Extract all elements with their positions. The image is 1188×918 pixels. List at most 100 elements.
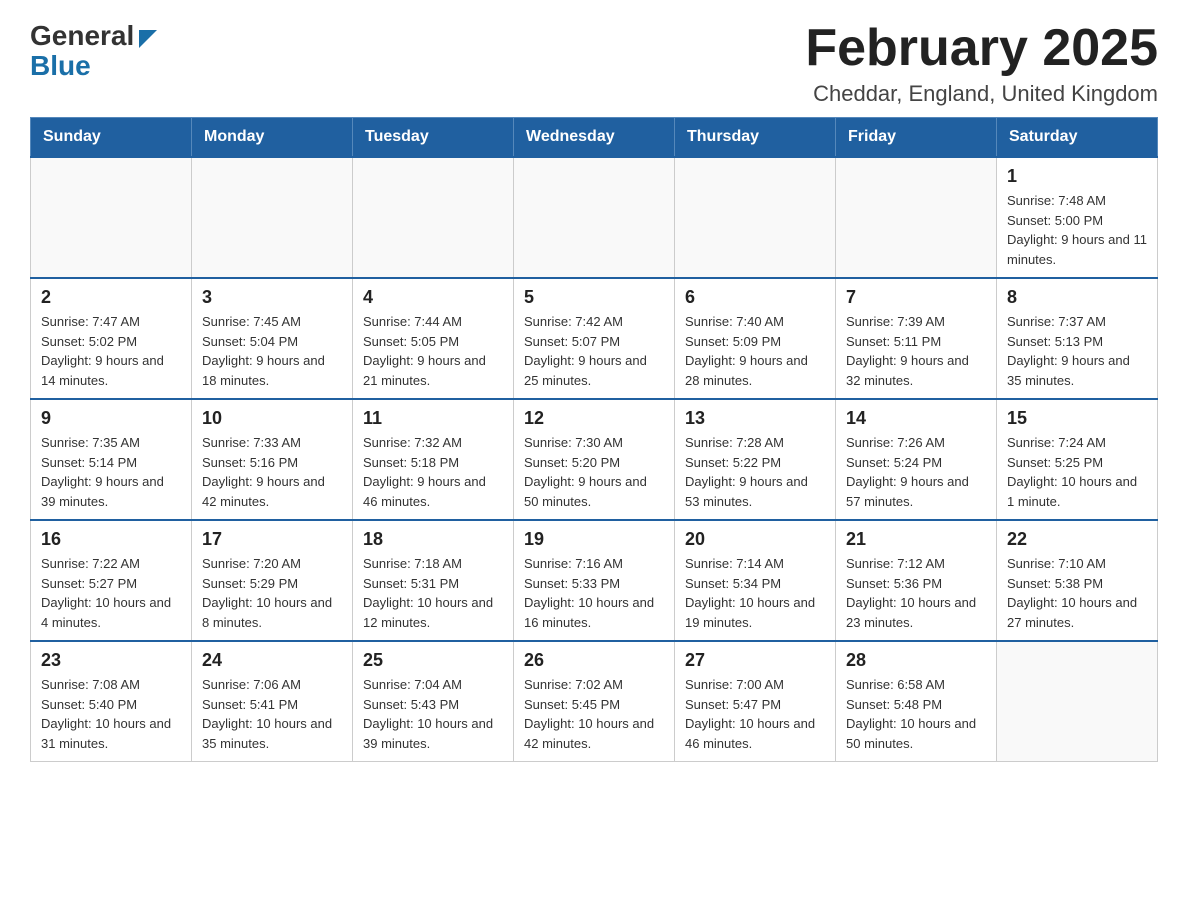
day-number: 25 [363,650,503,671]
day-number: 4 [363,287,503,308]
calendar-day-header: Wednesday [514,118,675,158]
day-info: Sunrise: 7:33 AM Sunset: 5:16 PM Dayligh… [202,433,342,511]
calendar-day-cell [514,157,675,278]
day-info: Sunrise: 7:48 AM Sunset: 5:00 PM Dayligh… [1007,191,1147,269]
day-info: Sunrise: 7:40 AM Sunset: 5:09 PM Dayligh… [685,312,825,390]
calendar-day-cell: 17Sunrise: 7:20 AM Sunset: 5:29 PM Dayli… [192,520,353,641]
day-number: 6 [685,287,825,308]
day-number: 8 [1007,287,1147,308]
day-info: Sunrise: 7:00 AM Sunset: 5:47 PM Dayligh… [685,675,825,753]
day-number: 24 [202,650,342,671]
calendar-day-cell: 10 Sunrise: 7:33 AM Sunset: 5:16 PM Dayli… [192,399,353,520]
calendar-day-header: Thursday [675,118,836,158]
day-info: Sunrise: 7:18 AM Sunset: 5:31 PM Dayligh… [363,554,503,632]
calendar-day-cell: 21 Sunrise: 7:12 AM Sunset: 5:36 PM Dayli… [836,520,997,641]
calendar-day-header: Tuesday [353,118,514,158]
day-info: Sunrise: 7:32 AM Sunset: 5:18 PM Dayligh… [363,433,503,511]
day-info: Sunrise: 7:26 AM Sunset: 5:24 PM Dayligh… [846,433,986,511]
day-number: 14 [846,408,986,429]
day-number: 19 [524,529,664,550]
calendar-day-cell: 3 Sunrise: 7:45 AM Sunset: 5:04 PM Daylig… [192,278,353,399]
calendar-day-cell: 5Sunrise: 7:42 AM Sunset: 5:07 PM Daylig… [514,278,675,399]
day-number: 11 [363,408,503,429]
day-number: 18 [363,529,503,550]
day-info: Sunrise: 6:58 AM Sunset: 5:48 PM Dayligh… [846,675,986,753]
calendar-header-row: SundayMondayTuesdayWednesdayThursdayFrid… [31,118,1158,158]
day-info: Sunrise: 7:35 AM Sunset: 5:14 PM Dayligh… [41,433,181,511]
calendar-day-cell: 8 Sunrise: 7:37 AM Sunset: 5:13 PM Daylig… [997,278,1158,399]
day-number: 2 [41,287,181,308]
day-info: Sunrise: 7:24 AM Sunset: 5:25 PM Dayligh… [1007,433,1147,511]
calendar-day-cell [997,641,1158,762]
day-info: Sunrise: 7:22 AM Sunset: 5:27 PM Dayligh… [41,554,181,632]
day-number: 28 [846,650,986,671]
logo: General Blue [30,20,157,82]
calendar-day-cell: 25 Sunrise: 7:04 AM Sunset: 5:43 PM Dayli… [353,641,514,762]
calendar-day-cell: 1Sunrise: 7:48 AM Sunset: 5:00 PM Daylig… [997,157,1158,278]
day-info: Sunrise: 7:30 AM Sunset: 5:20 PM Dayligh… [524,433,664,511]
calendar-week-row: 2 Sunrise: 7:47 AM Sunset: 5:02 PM Daylig… [31,278,1158,399]
calendar-day-cell: 22Sunrise: 7:10 AM Sunset: 5:38 PM Dayli… [997,520,1158,641]
calendar-day-cell: 23Sunrise: 7:08 AM Sunset: 5:40 PM Dayli… [31,641,192,762]
day-info: Sunrise: 7:02 AM Sunset: 5:45 PM Dayligh… [524,675,664,753]
calendar-week-row: 16 Sunrise: 7:22 AM Sunset: 5:27 PM Dayli… [31,520,1158,641]
day-number: 9 [41,408,181,429]
day-info: Sunrise: 7:39 AM Sunset: 5:11 PM Dayligh… [846,312,986,390]
calendar-day-cell: 12 Sunrise: 7:30 AM Sunset: 5:20 PM Dayli… [514,399,675,520]
logo-arrow-icon [139,30,157,48]
calendar-day-cell: 15 Sunrise: 7:24 AM Sunset: 5:25 PM Dayli… [997,399,1158,520]
calendar-day-cell [192,157,353,278]
calendar-day-cell: 6 Sunrise: 7:40 AM Sunset: 5:09 PM Daylig… [675,278,836,399]
calendar-day-cell: 19Sunrise: 7:16 AM Sunset: 5:33 PM Dayli… [514,520,675,641]
day-info: Sunrise: 7:44 AM Sunset: 5:05 PM Dayligh… [363,312,503,390]
day-info: Sunrise: 7:04 AM Sunset: 5:43 PM Dayligh… [363,675,503,753]
title-section: February 2025 Cheddar, England, United K… [805,20,1158,107]
day-info: Sunrise: 7:12 AM Sunset: 5:36 PM Dayligh… [846,554,986,632]
day-number: 3 [202,287,342,308]
calendar-day-cell: 2 Sunrise: 7:47 AM Sunset: 5:02 PM Daylig… [31,278,192,399]
day-number: 22 [1007,529,1147,550]
day-number: 15 [1007,408,1147,429]
day-number: 17 [202,529,342,550]
month-title: February 2025 [805,20,1158,77]
calendar-week-row: 9 Sunrise: 7:35 AM Sunset: 5:14 PM Daylig… [31,399,1158,520]
day-number: 23 [41,650,181,671]
day-number: 20 [685,529,825,550]
day-info: Sunrise: 7:47 AM Sunset: 5:02 PM Dayligh… [41,312,181,390]
calendar-day-cell: 13 Sunrise: 7:28 AM Sunset: 5:22 PM Dayli… [675,399,836,520]
day-number: 5 [524,287,664,308]
calendar-day-cell [31,157,192,278]
calendar-day-cell: 9 Sunrise: 7:35 AM Sunset: 5:14 PM Daylig… [31,399,192,520]
day-number: 26 [524,650,664,671]
day-info: Sunrise: 7:45 AM Sunset: 5:04 PM Dayligh… [202,312,342,390]
day-number: 13 [685,408,825,429]
page-header: General Blue February 2025 Cheddar, Engl… [30,20,1158,107]
calendar-day-cell: 27 Sunrise: 7:00 AM Sunset: 5:47 PM Dayli… [675,641,836,762]
calendar-day-header: Monday [192,118,353,158]
day-number: 7 [846,287,986,308]
day-info: Sunrise: 7:14 AM Sunset: 5:34 PM Dayligh… [685,554,825,632]
calendar-day-cell: 26 Sunrise: 7:02 AM Sunset: 5:45 PM Dayli… [514,641,675,762]
calendar-day-cell: 4 Sunrise: 7:44 AM Sunset: 5:05 PM Daylig… [353,278,514,399]
location-text: Cheddar, England, United Kingdom [805,81,1158,107]
calendar-day-cell [675,157,836,278]
calendar-week-row: 1Sunrise: 7:48 AM Sunset: 5:00 PM Daylig… [31,157,1158,278]
calendar-day-cell [353,157,514,278]
calendar-day-cell: 11 Sunrise: 7:32 AM Sunset: 5:18 PM Dayli… [353,399,514,520]
day-number: 21 [846,529,986,550]
day-info: Sunrise: 7:28 AM Sunset: 5:22 PM Dayligh… [685,433,825,511]
calendar-day-cell: 7 Sunrise: 7:39 AM Sunset: 5:11 PM Daylig… [836,278,997,399]
day-info: Sunrise: 7:06 AM Sunset: 5:41 PM Dayligh… [202,675,342,753]
calendar-day-cell: 24 Sunrise: 7:06 AM Sunset: 5:41 PM Dayli… [192,641,353,762]
logo-general-text: General [30,20,134,52]
day-number: 16 [41,529,181,550]
day-info: Sunrise: 7:37 AM Sunset: 5:13 PM Dayligh… [1007,312,1147,390]
day-number: 12 [524,408,664,429]
calendar-day-header: Saturday [997,118,1158,158]
calendar-table: SundayMondayTuesdayWednesdayThursdayFrid… [30,117,1158,762]
day-number: 10 [202,408,342,429]
calendar-day-cell: 20 Sunrise: 7:14 AM Sunset: 5:34 PM Dayli… [675,520,836,641]
day-number: 27 [685,650,825,671]
logo-blue-text: Blue [30,50,91,82]
calendar-day-header: Friday [836,118,997,158]
